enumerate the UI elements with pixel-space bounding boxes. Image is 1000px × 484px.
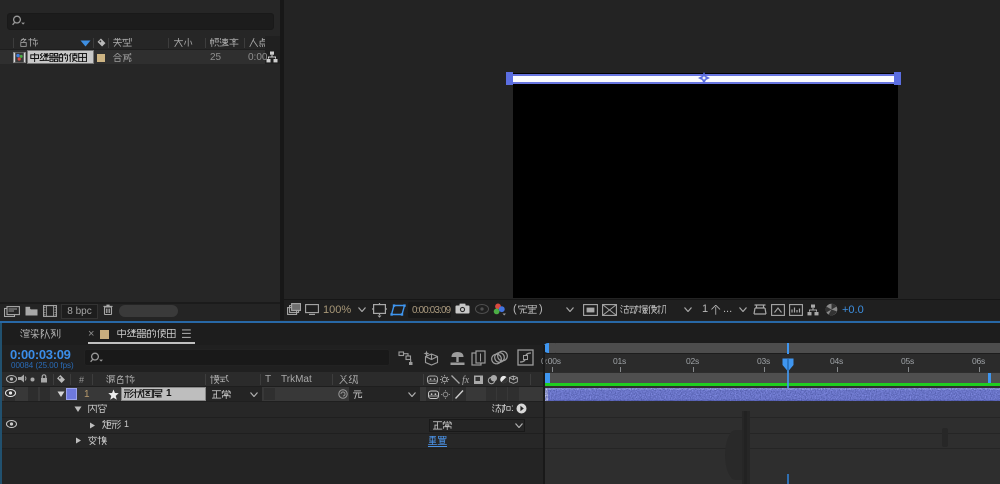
svg-text:fx: fx bbox=[462, 375, 470, 385]
